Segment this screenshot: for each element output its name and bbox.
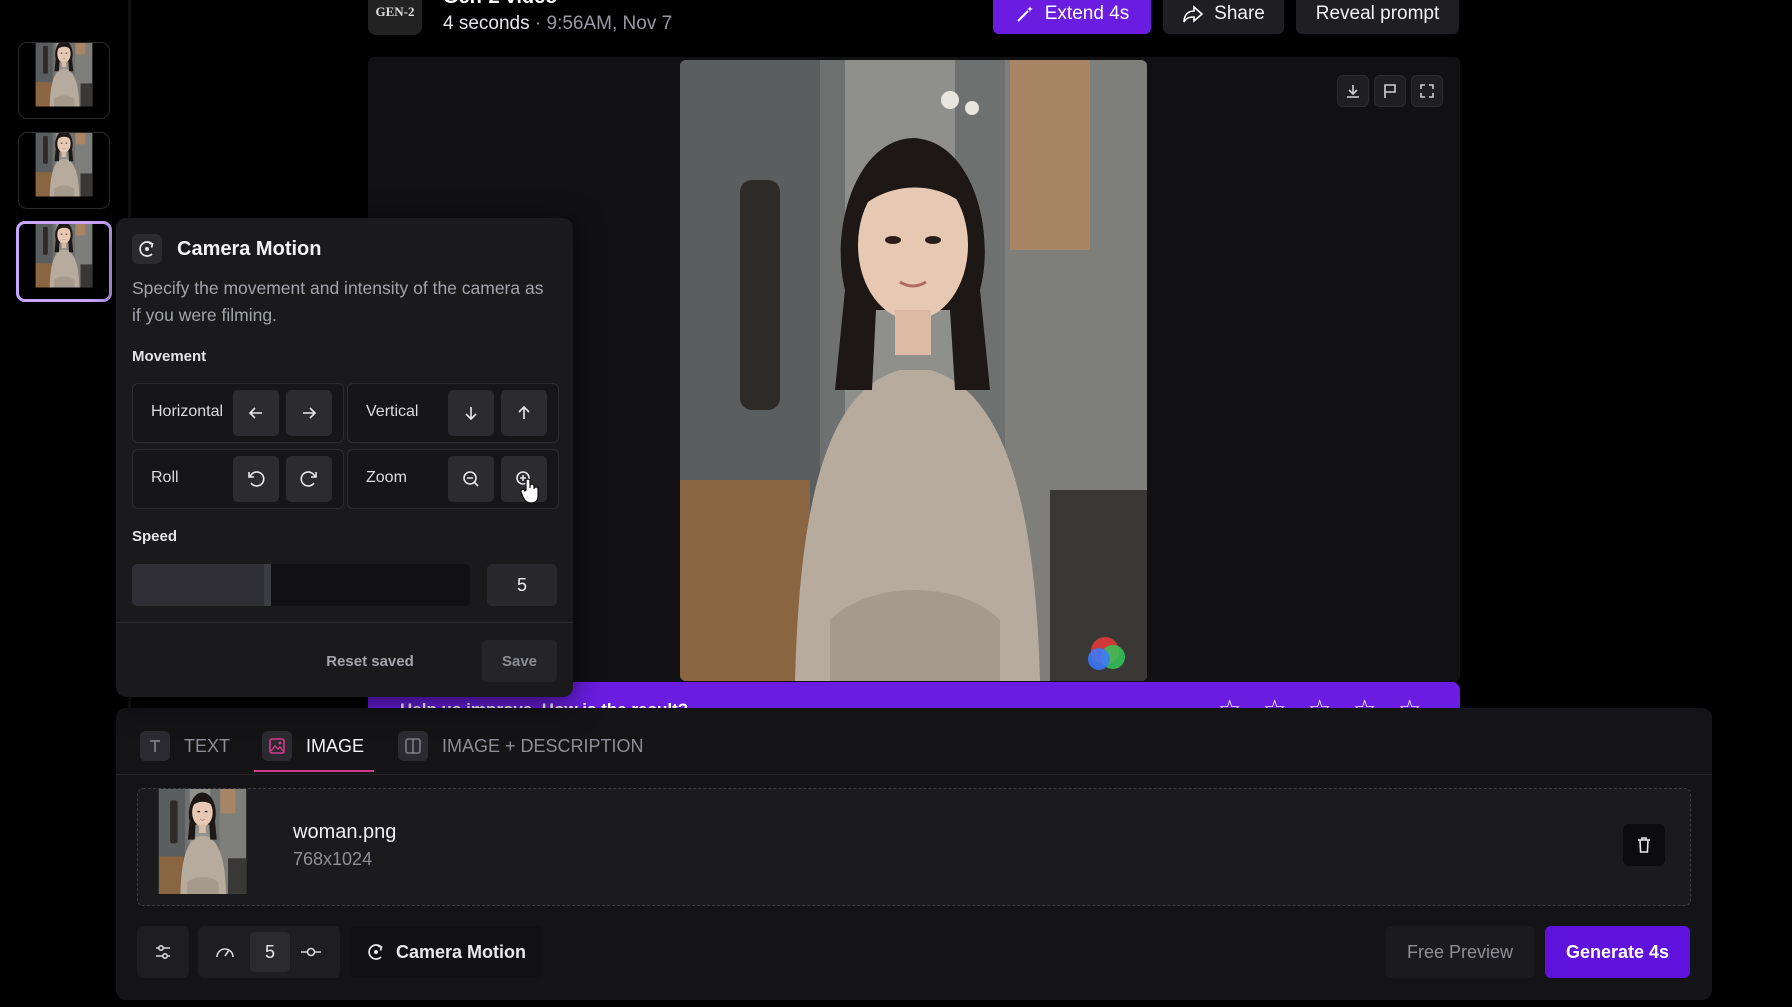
speed-slider-handle[interactable] xyxy=(263,564,271,606)
tab-divider xyxy=(116,774,1712,775)
panel-description: Specify the movement and intensity of th… xyxy=(132,278,544,325)
uploaded-image-card[interactable]: woman.png 768x1024 xyxy=(137,788,1691,906)
extend-button[interactable]: Extend 4s xyxy=(993,0,1151,34)
pan-left-button[interactable] xyxy=(233,390,279,436)
rotate-cw-icon xyxy=(299,469,319,489)
arrow-right-icon xyxy=(300,404,318,422)
horizontal-control: Horizontal xyxy=(132,383,344,443)
zoom-out-button[interactable] xyxy=(448,456,494,502)
settings-button[interactable] xyxy=(137,926,189,978)
tab-image-description[interactable]: IMAGE + DESCRIPTION xyxy=(398,726,644,766)
flag-button[interactable] xyxy=(1374,75,1406,107)
roll-right-button[interactable] xyxy=(286,456,332,502)
model-badge: GEN-2 xyxy=(368,0,422,35)
video-title: Gen-2 video xyxy=(443,0,557,9)
video-frame[interactable] xyxy=(680,60,1147,681)
delete-image-button[interactable] xyxy=(1623,824,1665,866)
meta-separator: · xyxy=(529,13,547,34)
speed-value: 5 xyxy=(250,932,290,972)
thumbnail-rail xyxy=(0,0,131,720)
generate-button[interactable]: Generate 4s xyxy=(1545,926,1690,978)
pan-right-button[interactable] xyxy=(286,390,332,436)
generation-thumbnail[interactable] xyxy=(18,42,110,119)
sliders-icon xyxy=(153,942,173,962)
zoom-label: Zoom xyxy=(366,469,407,486)
roll-left-button[interactable] xyxy=(233,456,279,502)
speed-value-input[interactable]: 5 xyxy=(487,564,557,606)
rotate-ccw-icon xyxy=(246,469,266,489)
flag-icon xyxy=(1382,83,1398,99)
free-preview-label: Free Preview xyxy=(1406,941,1514,962)
download-button[interactable] xyxy=(1337,75,1369,107)
camera-motion-icon xyxy=(132,234,162,264)
trash-icon xyxy=(1635,836,1653,854)
reveal-prompt-label: Reveal prompt xyxy=(1315,3,1440,24)
vertical-label: Vertical xyxy=(366,403,419,420)
movement-heading: Movement xyxy=(132,348,207,365)
tilt-down-button[interactable] xyxy=(448,390,494,436)
horizontal-label: Horizontal xyxy=(151,403,224,420)
tab-text[interactable]: TEXT xyxy=(140,726,230,766)
vertical-control: Vertical xyxy=(347,383,559,443)
camera-motion-panel: Camera Motion Specify the movement and i… xyxy=(116,218,573,697)
camera-motion-icon xyxy=(366,942,386,962)
panel-divider xyxy=(116,622,573,623)
generate-button-label: Generate 4s xyxy=(1565,941,1670,962)
arrow-down-icon xyxy=(462,404,480,422)
image-description-icon xyxy=(398,731,428,761)
text-icon xyxy=(140,731,170,761)
generation-thumbnail-selected[interactable] xyxy=(16,221,112,302)
speedometer-icon xyxy=(214,942,236,962)
hand-cursor-icon xyxy=(520,478,542,504)
tab-image-label: IMAGE xyxy=(306,735,365,756)
arrow-left-icon xyxy=(247,404,265,422)
generation-thumbnail[interactable] xyxy=(18,132,110,209)
speed-slider-fill xyxy=(132,564,264,606)
save-button[interactable]: Save xyxy=(482,640,557,682)
uploaded-image-thumbnail xyxy=(138,789,267,905)
tab-image[interactable]: IMAGE xyxy=(262,726,364,766)
panel-title: Camera Motion xyxy=(177,238,322,260)
video-meta: 4 seconds · 9:56AM, Nov 7 xyxy=(443,13,672,35)
roll-control: Roll xyxy=(132,449,344,509)
tab-text-label: TEXT xyxy=(184,735,231,756)
reveal-prompt-button[interactable]: Reveal prompt xyxy=(1296,0,1459,34)
file-dimensions: 768x1024 xyxy=(293,849,373,869)
share-icon xyxy=(1182,4,1204,24)
arrow-up-icon xyxy=(515,404,533,422)
zoom-out-icon xyxy=(461,469,481,489)
extend-button-label: Extend 4s xyxy=(1044,3,1130,24)
speed-heading: Speed xyxy=(132,528,178,545)
tilt-up-button[interactable] xyxy=(501,390,547,436)
share-button-label: Share xyxy=(1214,3,1265,24)
camera-motion-button[interactable]: Camera Motion xyxy=(350,926,542,978)
active-tab-indicator xyxy=(254,770,374,772)
speed-slider[interactable] xyxy=(132,564,470,606)
magic-wand-icon xyxy=(1015,4,1035,24)
download-icon xyxy=(1345,83,1361,99)
generation-panel: TEXT IMAGE IMAGE + DESCRIPTION woman.png… xyxy=(116,708,1712,1000)
file-name: woman.png xyxy=(293,821,397,843)
video-timestamp: 9:56AM, Nov 7 xyxy=(546,13,673,34)
seed-icon xyxy=(300,945,322,959)
tab-image-description-label: IMAGE + DESCRIPTION xyxy=(442,735,644,756)
image-icon xyxy=(262,731,292,761)
roll-label: Roll xyxy=(151,469,179,486)
camera-motion-button-label: Camera Motion xyxy=(395,941,527,962)
reset-saved-button[interactable]: Reset saved xyxy=(324,640,416,682)
speed-control[interactable]: 5 xyxy=(198,926,340,978)
share-button[interactable]: Share xyxy=(1163,0,1284,34)
fullscreen-icon xyxy=(1419,83,1435,99)
fullscreen-button[interactable] xyxy=(1411,75,1443,107)
free-preview-button[interactable]: Free Preview xyxy=(1386,926,1534,978)
video-duration: 4 seconds xyxy=(443,13,530,34)
